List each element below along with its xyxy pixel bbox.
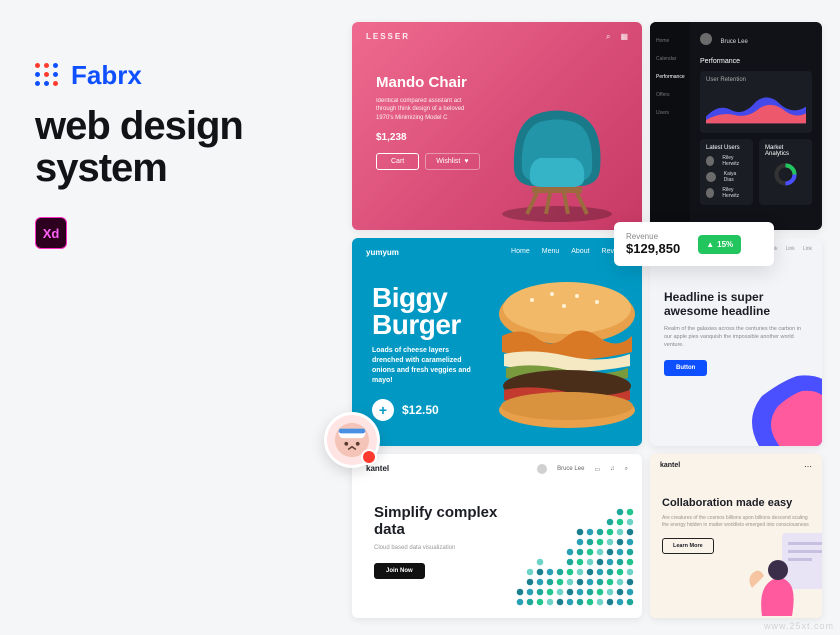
perf-title: Performance bbox=[700, 58, 812, 65]
cards-mosaic: Revenue $129,850 ▲ 15% LESSER ⌕ ▦ Ma bbox=[352, 22, 822, 618]
tab-link[interactable]: Link bbox=[786, 246, 795, 252]
card-product: LESSER ⌕ ▦ Mando Chair Identical compare… bbox=[352, 22, 642, 230]
nav-link[interactable]: Home bbox=[511, 248, 530, 257]
calendar-icon[interactable]: ▭ bbox=[594, 466, 600, 473]
brand-lesser: LESSER bbox=[366, 32, 410, 42]
sidebar-item[interactable]: Offers bbox=[650, 86, 690, 104]
market-label: Market Analytics bbox=[765, 145, 806, 157]
tab-link[interactable]: Link bbox=[803, 246, 812, 252]
card-collab: kantel ⋯ Collaboration made easy Are cre… bbox=[650, 454, 822, 618]
burger-image bbox=[482, 278, 642, 438]
brand-name: Fabrx bbox=[71, 60, 142, 91]
bell-icon[interactable]: ♫ bbox=[610, 466, 615, 472]
avatar bbox=[700, 33, 712, 45]
user-name: Bruce Lee bbox=[720, 39, 747, 45]
cart-button[interactable]: Cart bbox=[376, 153, 419, 170]
headline-button[interactable]: Button bbox=[664, 360, 707, 376]
headline-title: Headline is super awesome headline bbox=[664, 290, 808, 319]
card-headline: Link Link Link Link Link Headline is sup… bbox=[650, 238, 822, 446]
nav-link[interactable]: Menu bbox=[542, 248, 560, 257]
sidebar-item[interactable]: Home bbox=[650, 32, 690, 50]
burger-price: $12.50 bbox=[402, 403, 439, 417]
user-row: Riley Herwitz bbox=[706, 187, 747, 199]
sidebar-item[interactable]: Calendar bbox=[650, 50, 690, 68]
brand-dots-icon bbox=[35, 63, 61, 89]
user-row: Kaiya Dias bbox=[706, 171, 747, 183]
retention-chart bbox=[706, 83, 806, 127]
avatar bbox=[537, 464, 547, 474]
simplify-title: Simplify complex data bbox=[374, 504, 502, 539]
user-row: Riley Herwitz bbox=[706, 155, 747, 167]
collab-illustration bbox=[742, 528, 822, 618]
heart-icon: ♥ bbox=[464, 158, 468, 165]
brand-kantel: kantel bbox=[366, 464, 389, 474]
brand-row: Fabrx bbox=[35, 60, 315, 91]
chair-image bbox=[482, 74, 632, 224]
search-icon[interactable]: ⌕ bbox=[606, 32, 610, 42]
user-name: Bruce Lee bbox=[557, 466, 584, 472]
simplify-sub: Cloud based data visualization bbox=[374, 545, 502, 551]
join-button[interactable]: Join Now bbox=[374, 563, 425, 579]
hero-tagline: web design system bbox=[35, 105, 315, 189]
sidebar-item[interactable]: Users bbox=[650, 104, 690, 122]
product-sub: Identical compared assistant act through… bbox=[352, 97, 472, 122]
collab-title: Collaboration made easy bbox=[662, 497, 810, 510]
hero-block: Fabrx web design system Xd bbox=[35, 60, 315, 249]
xd-badge-icon: Xd bbox=[35, 217, 67, 249]
wishlist-button[interactable]: Wishlist ♥ bbox=[425, 153, 479, 170]
sidebar-item[interactable]: Performance bbox=[650, 68, 690, 86]
revenue-value: $129,850 bbox=[626, 241, 680, 256]
latest-users-label: Latest Users bbox=[706, 145, 747, 151]
avatar-floating bbox=[324, 412, 380, 468]
revenue-label: Revenue bbox=[626, 232, 680, 241]
search-icon[interactable]: ⌕ bbox=[625, 466, 628, 473]
add-button[interactable]: + bbox=[372, 399, 394, 421]
brand-kantel: kantel bbox=[660, 462, 680, 471]
card-simplify: kantel Bruce Lee ▭ ♫ ⌕ Simplify complex … bbox=[352, 454, 642, 618]
burger-sub: Loads of cheese layers drenched with car… bbox=[352, 346, 472, 385]
grid-icon[interactable]: ▦ bbox=[620, 32, 628, 42]
nav-link[interactable]: About bbox=[571, 248, 589, 257]
brand-yumyum: yumyum bbox=[366, 248, 399, 257]
menu-icon[interactable]: ⋯ bbox=[804, 462, 812, 471]
caret-up-icon: ▲ bbox=[706, 240, 714, 249]
watermark: www.25xt.com bbox=[764, 621, 834, 631]
card-burger: yumyum Home Menu About Reviews BiggyBurg… bbox=[352, 238, 642, 446]
headline-sub: Realm of the galaxies across the centuri… bbox=[664, 325, 808, 350]
revenue-card: Revenue $129,850 ▲ 15% bbox=[614, 222, 774, 266]
learn-more-button[interactable]: Learn More bbox=[662, 538, 714, 554]
dashboard-sidebar: Home Calendar Performance Offers Users bbox=[650, 22, 690, 230]
dot-chart bbox=[512, 504, 642, 614]
blob-illustration bbox=[742, 366, 822, 446]
card-dashboard: Home Calendar Performance Offers Users B… bbox=[650, 22, 822, 230]
revenue-pct-badge: ▲ 15% bbox=[698, 235, 741, 254]
